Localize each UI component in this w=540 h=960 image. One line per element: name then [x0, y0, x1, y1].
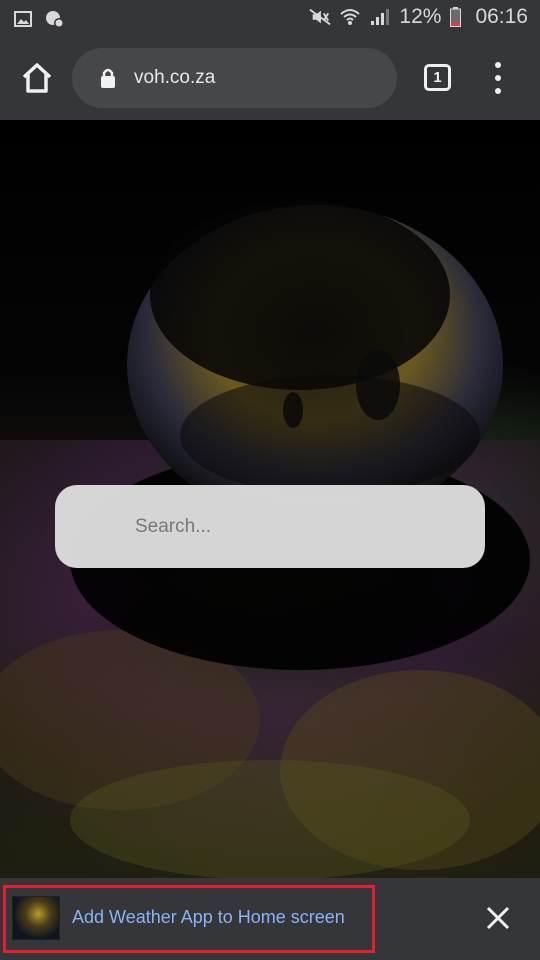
tab-switcher-button[interactable]: 1 [424, 64, 451, 91]
search-placeholder: Search... [135, 515, 212, 537]
browser-toolbar: voh.co.za 1 [0, 38, 540, 120]
home-icon [22, 63, 52, 93]
menu-button[interactable] [488, 62, 508, 94]
add-to-home-link[interactable]: Add Weather App to Home screen [72, 907, 345, 928]
wifi-icon [339, 7, 361, 27]
status-bar: 12% 06:16 [0, 0, 540, 38]
add-to-home-banner: Add Weather App to Home screen [0, 878, 540, 960]
battery-percent: 12% [399, 5, 442, 28]
tab-count: 1 [433, 69, 442, 86]
image-icon [12, 9, 34, 29]
web-page: Search... [0, 120, 540, 878]
url-text: voh.co.za [134, 67, 216, 88]
more-vert-icon [495, 62, 501, 68]
clock: 06:16 [475, 5, 528, 28]
app-thumbnail [12, 896, 60, 940]
mute-icon [309, 7, 332, 27]
close-icon [486, 906, 510, 930]
lock-icon [100, 68, 116, 88]
signal-icon [369, 7, 391, 27]
settings-badge-icon [44, 9, 66, 29]
status-right: 12% 06:16 [309, 5, 528, 29]
battery-icon [449, 7, 461, 27]
search-input[interactable]: Search... [55, 485, 485, 568]
close-banner-button[interactable] [486, 906, 510, 930]
status-left [12, 9, 66, 29]
address-bar[interactable]: voh.co.za [72, 48, 397, 108]
home-button[interactable] [18, 60, 56, 98]
